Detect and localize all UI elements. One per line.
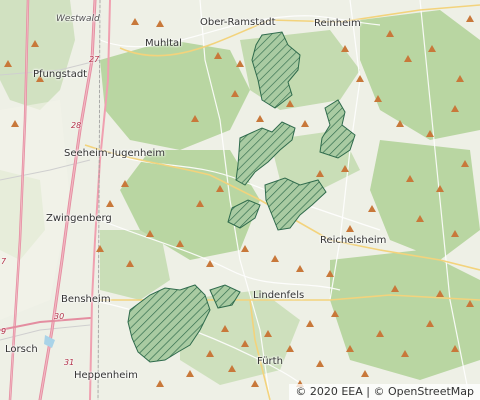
town-label-lindenfels: Lindenfels (253, 290, 305, 301)
road-number-31: 31 (64, 358, 75, 367)
town-label-seeheim-jugenheim: Seeheim-Jugenheim (64, 148, 165, 159)
road-number-9: 9 (1, 327, 7, 336)
town-label-zwingenberg: Zwingenberg (46, 213, 112, 224)
map-canvas (0, 0, 480, 400)
town-label-muhltal: Muhltal (145, 38, 182, 49)
town-label-lorsch: Lorsch (5, 344, 38, 355)
town-label-reinheim: Reinheim (314, 18, 361, 29)
town-label-pfungstadt: Pfungstadt (33, 69, 88, 80)
town-label-westwald: Westwald (56, 14, 100, 24)
map-attribution: © 2020 EEA | © OpenStreetMap (289, 384, 480, 400)
road-number-30: 30 (54, 312, 65, 321)
road-number-27: 27 (89, 55, 100, 64)
attribution-separator: | (366, 385, 370, 398)
attribution-osm[interactable]: © OpenStreetMap (373, 385, 474, 398)
town-label-bensheim: Bensheim (61, 294, 111, 305)
town-label-reichelsheim: Reichelsheim (320, 235, 387, 246)
town-label-heppenheim: Heppenheim (74, 370, 138, 381)
road-number-7: 7 (1, 257, 7, 266)
map-view[interactable]: Westwald Ober-Ramstadt Reinheim Muhltal … (0, 0, 480, 400)
road-number-28: 28 (71, 121, 82, 130)
attribution-eea[interactable]: © 2020 EEA (295, 385, 362, 398)
town-label-ober-ramstadt: Ober-Ramstadt (200, 17, 276, 28)
town-label-furth: Fürth (257, 356, 283, 367)
